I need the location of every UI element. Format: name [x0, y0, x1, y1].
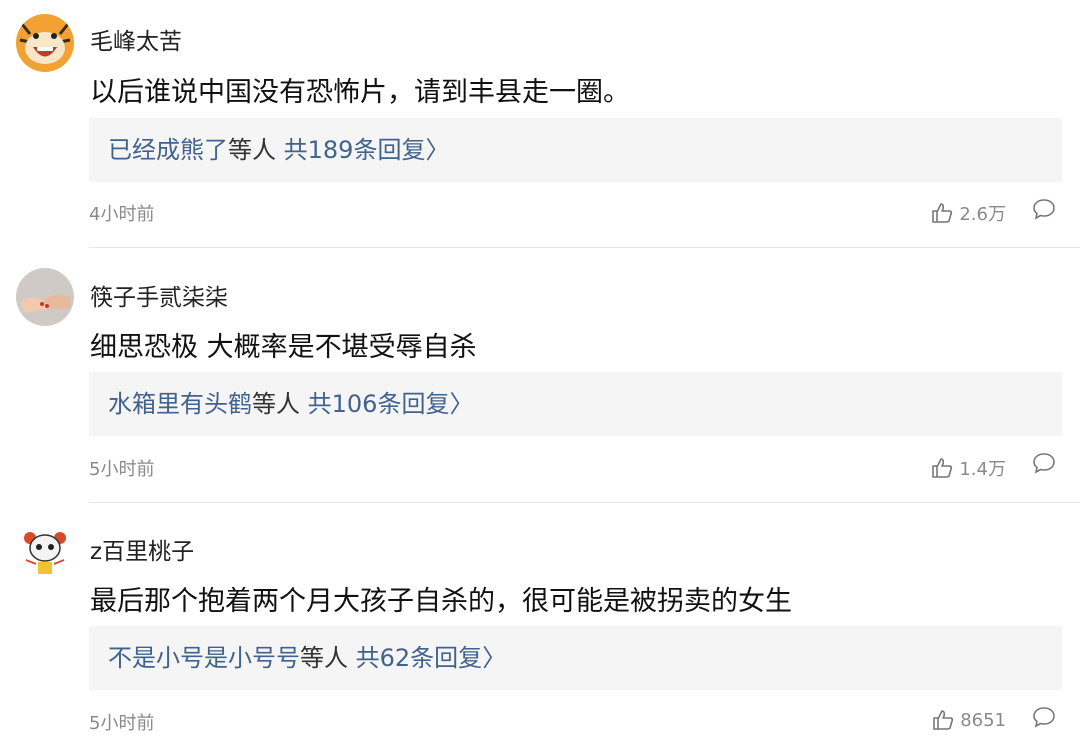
tiger-avatar-icon[interactable] — [16, 14, 74, 72]
chevron-right-icon: 〉 — [482, 644, 507, 672]
divider — [89, 502, 1080, 503]
comment-text: 最后那个抱着两个月大孩子自杀的，很可能是被拐卖的女生 — [90, 586, 792, 617]
like-count: 1.4万 — [959, 459, 1006, 480]
comment-text: 细思恐极 大概率是不堪受辱自杀 — [90, 332, 477, 363]
username[interactable]: z百里桃子 — [90, 532, 194, 566]
reply-count-link[interactable]: 共106条回复 — [308, 390, 450, 418]
cartoon-panda-avatar-icon[interactable] — [16, 522, 74, 580]
reply-username[interactable]: 不是小号是小号号 — [108, 644, 300, 672]
chevron-right-icon: 〉 — [425, 136, 450, 164]
timestamp: 5小时前 — [89, 459, 155, 480]
reply-count-link[interactable]: 共189条回复 — [284, 136, 426, 164]
username[interactable]: 毛峰太苦 — [90, 22, 182, 56]
like-button[interactable]: 1.4万 — [931, 455, 1006, 481]
timestamp: 5小时前 — [89, 713, 155, 734]
replies-summary[interactable]: 已经成熊了等人 共189条回复〉 — [89, 118, 1062, 182]
comment-bubble-icon[interactable] — [1032, 452, 1056, 478]
replies-summary[interactable]: 不是小号是小号号等人 共62条回复〉 — [89, 626, 1062, 690]
comment-bubble-icon[interactable] — [1032, 198, 1056, 224]
divider — [89, 247, 1080, 248]
reply-username[interactable]: 水箱里有头鹤 — [108, 390, 252, 418]
like-button[interactable]: 2.6万 — [931, 200, 1006, 226]
replies-summary[interactable]: 水箱里有头鹤等人 共106条回复〉 — [89, 372, 1062, 436]
thumbs-up-icon — [933, 710, 954, 730]
thumbs-up-icon — [932, 458, 953, 478]
like-count: 2.6万 — [959, 204, 1006, 225]
chevron-right-icon: 〉 — [449, 390, 474, 418]
comment-bubble-icon[interactable] — [1032, 706, 1056, 732]
reply-suffix: 等人 — [228, 136, 276, 164]
reply-suffix: 等人 — [300, 644, 348, 672]
reply-suffix: 等人 — [252, 390, 300, 418]
like-count: 8651 — [960, 709, 1006, 731]
comment-text: 以后谁说中国没有恐怖片，请到丰县走一圈。 — [90, 77, 630, 108]
holding-hands-avatar-icon[interactable] — [16, 268, 74, 326]
username[interactable]: 筷子手贰柒柒 — [90, 278, 228, 312]
thumbs-up-icon — [932, 203, 953, 223]
reply-username[interactable]: 已经成熊了 — [108, 136, 228, 164]
timestamp: 4小时前 — [89, 204, 155, 225]
reply-count-link[interactable]: 共62条回复 — [356, 644, 483, 672]
like-button[interactable]: 8651 — [932, 709, 1006, 731]
